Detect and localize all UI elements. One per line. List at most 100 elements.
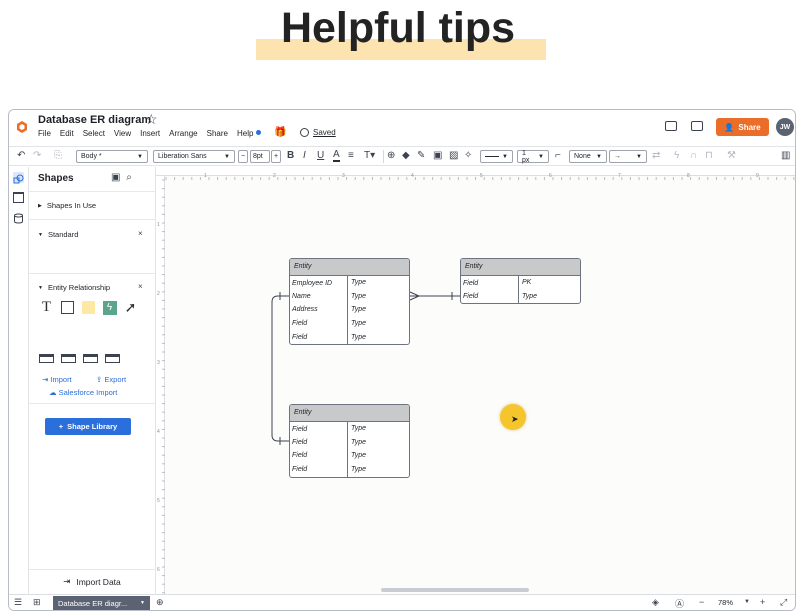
entity-header[interactable]: Entity bbox=[461, 259, 580, 276]
entity-three-col-shape-icon[interactable] bbox=[105, 354, 120, 363]
font-size-input[interactable]: 8pt bbox=[250, 150, 270, 163]
entity-row[interactable]: Field Type bbox=[290, 330, 409, 344]
style-select[interactable]: Body * ▼ bbox=[76, 150, 148, 163]
entity-bottom[interactable]: Entity Field Type Field Type Field Type Field T… bbox=[289, 404, 410, 478]
entity-field-name[interactable]: Field bbox=[290, 463, 348, 477]
templates-icon[interactable] bbox=[13, 192, 24, 203]
star-icon[interactable]: ☆ bbox=[145, 111, 158, 128]
line-width-select[interactable]: 1 px ▼ bbox=[517, 150, 549, 164]
entity-field-type[interactable]: Type bbox=[348, 463, 369, 477]
entity-header[interactable]: Entity bbox=[290, 405, 409, 422]
line-style-select[interactable]: ▼ bbox=[480, 150, 513, 163]
section-label[interactable]: ▼ Standard bbox=[38, 230, 78, 239]
italic-icon[interactable]: I bbox=[303, 150, 306, 162]
endpoint-end-select[interactable]: → ▼ bbox=[609, 150, 647, 163]
shapes-icon[interactable] bbox=[13, 172, 24, 184]
entity-two-col-shape-icon[interactable] bbox=[83, 354, 98, 363]
menu-edit[interactable]: Edit bbox=[60, 129, 74, 138]
magic-wand-icon[interactable]: ✧ bbox=[464, 150, 472, 162]
wrench-icon[interactable]: ⚒ bbox=[727, 150, 736, 162]
gift-icon[interactable]: 🎁 bbox=[274, 127, 286, 138]
menu-file[interactable]: File bbox=[38, 129, 51, 138]
search-icon[interactable]: ⌕ bbox=[126, 172, 132, 183]
image-search-icon[interactable]: ▣ bbox=[111, 172, 120, 183]
image-icon[interactable]: ▨ bbox=[449, 150, 458, 162]
panel-toggle-icon[interactable]: ▥ bbox=[781, 150, 790, 162]
align-icon[interactable]: ≡ bbox=[348, 150, 354, 162]
underline-icon[interactable]: U bbox=[317, 150, 324, 162]
menu-insert[interactable]: Insert bbox=[140, 129, 160, 138]
entity-row[interactable]: Field PK bbox=[461, 276, 580, 290]
shape-library-button[interactable]: + Shape Library bbox=[45, 418, 131, 435]
zoom-level[interactable]: 78% bbox=[718, 598, 733, 607]
close-icon[interactable]: × bbox=[138, 229, 143, 238]
line-color-icon[interactable]: ✎ bbox=[417, 150, 425, 162]
entity-employee[interactable]: Entity Employee ID Type Name Type Address Typ… bbox=[289, 258, 410, 345]
entity-row[interactable]: Address Type bbox=[290, 303, 409, 318]
data-icon[interactable] bbox=[13, 211, 24, 224]
shadow-icon[interactable]: ▣ bbox=[433, 150, 442, 162]
canvas[interactable]: 1 2 3 4 5 6 7 8 9 1 2 3 4 5 6 bbox=[156, 167, 795, 594]
entity-right[interactable]: Entity Field PK Field Type bbox=[460, 258, 581, 304]
entity-field-type[interactable]: Type bbox=[348, 422, 369, 436]
entity-row[interactable]: Field Type bbox=[290, 435, 409, 450]
entity-shape-icon[interactable] bbox=[39, 354, 54, 363]
entity-field-type[interactable]: Type bbox=[348, 436, 369, 450]
menu-select[interactable]: Select bbox=[83, 129, 105, 138]
text-color-icon[interactable]: A bbox=[333, 150, 340, 162]
import-link[interactable]: ⇥ Import bbox=[42, 375, 72, 384]
text-options-icon[interactable]: T▾ bbox=[364, 150, 375, 162]
page-tab[interactable]: Database ER diagr... ▼ bbox=[53, 596, 150, 610]
fill-color-icon[interactable]: ◆ bbox=[402, 150, 410, 162]
entity-header[interactable]: Entity bbox=[290, 259, 409, 276]
entity-row[interactable]: Field Type bbox=[290, 449, 409, 464]
export-link[interactable]: ⇪ Export bbox=[96, 375, 126, 384]
menu-arrange[interactable]: Arrange bbox=[169, 129, 197, 138]
saved-status[interactable]: Saved bbox=[300, 128, 336, 137]
present-icon[interactable] bbox=[691, 121, 703, 131]
entity-row[interactable]: Field Type bbox=[290, 317, 409, 331]
share-button[interactable]: 👤 Share bbox=[716, 118, 769, 136]
line-type-icon[interactable]: ⌐ bbox=[555, 150, 561, 162]
zoom-out-icon[interactable]: − bbox=[699, 597, 704, 607]
font-size-decrease[interactable]: − bbox=[238, 150, 248, 163]
entity-field-type[interactable]: Type bbox=[348, 276, 369, 290]
zoom-in-icon[interactable]: + bbox=[760, 597, 765, 607]
entity-key-shape-icon[interactable] bbox=[61, 354, 76, 363]
section-shapes-in-use[interactable]: ▶ Shapes In Use bbox=[29, 191, 155, 219]
entity-field-name[interactable]: Field bbox=[290, 317, 348, 331]
comment-icon[interactable] bbox=[665, 121, 677, 131]
entity-field-type[interactable]: Type bbox=[348, 290, 369, 304]
add-page-icon[interactable]: ⊕ bbox=[156, 597, 164, 608]
document-title[interactable]: Database ER diagram bbox=[38, 114, 151, 126]
section-label[interactable]: ▼ Entity Relationship bbox=[38, 283, 110, 292]
entity-field-type[interactable]: Type bbox=[519, 290, 540, 303]
layers-icon[interactable]: ◈ bbox=[652, 597, 659, 608]
navigate-icon[interactable]: Ⓐ bbox=[675, 597, 684, 610]
import-data-button[interactable]: ⇥ Import Data bbox=[29, 569, 155, 593]
menu-help[interactable]: Help bbox=[237, 129, 262, 138]
entity-field-name[interactable]: Address bbox=[290, 303, 348, 318]
swap-icon[interactable]: ⇄ bbox=[652, 150, 660, 162]
fullscreen-icon[interactable]: ⤢ bbox=[780, 597, 787, 608]
endpoint-start-select[interactable]: None ▼ bbox=[569, 150, 607, 163]
entity-field-name[interactable]: Field bbox=[461, 276, 519, 290]
avatar[interactable]: JW bbox=[776, 118, 794, 136]
entity-field-name[interactable]: Field bbox=[290, 435, 348, 450]
menu-share[interactable]: Share bbox=[207, 129, 228, 138]
list-icon[interactable]: ☰ bbox=[14, 597, 22, 608]
menu-view[interactable]: View bbox=[114, 129, 131, 138]
horizontal-scrollbar[interactable] bbox=[381, 588, 529, 592]
shape-options-icon[interactable]: ⊕ bbox=[387, 150, 395, 162]
bold-icon[interactable]: B bbox=[287, 150, 294, 162]
entity-row[interactable]: Field Type bbox=[461, 289, 580, 303]
redo-icon[interactable]: ↷ bbox=[33, 150, 41, 162]
lightning-icon[interactable]: ϟ bbox=[674, 150, 679, 162]
entity-row[interactable]: Field Type bbox=[290, 422, 409, 436]
font-size-increase[interactable]: + bbox=[271, 150, 281, 163]
entity-field-name[interactable]: Employee ID bbox=[290, 276, 348, 290]
group-icon[interactable]: ∩ bbox=[690, 150, 697, 162]
undo-icon[interactable]: ↶ bbox=[17, 150, 25, 162]
entity-field-name[interactable]: Field bbox=[290, 422, 348, 436]
entity-row[interactable]: Field Type bbox=[290, 463, 409, 477]
